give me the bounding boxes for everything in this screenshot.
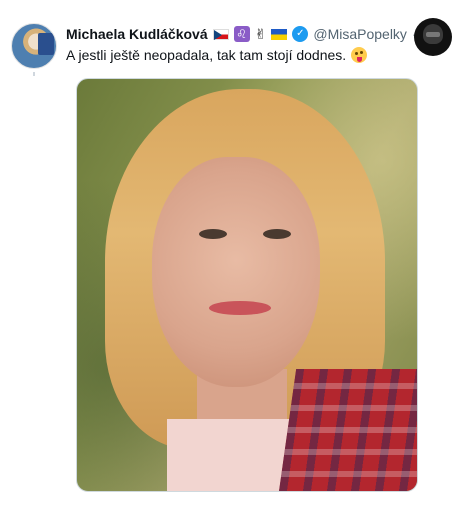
leo-zodiac-icon: ♌ xyxy=(233,26,250,42)
helmet-visor xyxy=(426,32,440,37)
tweet-header: Michaela Kudláčková ♌ ✌ ✓ @MisaPopelky · xyxy=(66,24,420,44)
ukraine-flag-icon xyxy=(271,28,288,40)
tweet-photo[interactable] xyxy=(76,78,418,492)
author-handle[interactable]: @MisaPopelky xyxy=(313,26,407,42)
avatar-sign xyxy=(38,33,54,55)
photo-face xyxy=(152,157,320,387)
winking-face-with-tongue-icon xyxy=(351,47,368,63)
tweet-text: A jestli ještě neopadala, tak tam stojí … xyxy=(66,47,434,63)
czech-flag-icon xyxy=(212,28,229,40)
victory-hand-icon: ✌ xyxy=(254,26,267,42)
commenter-avatar[interactable] xyxy=(414,18,452,56)
photo-flannel-shirt xyxy=(277,369,417,491)
photo-right-eye xyxy=(263,229,291,239)
verified-badge-icon: ✓ xyxy=(292,26,309,42)
photo-lips xyxy=(209,301,271,315)
thread-line xyxy=(33,72,35,76)
author-name[interactable]: Michaela Kudláčková xyxy=(66,26,208,42)
author-avatar[interactable] xyxy=(11,23,57,69)
photo-left-eye xyxy=(199,229,227,239)
tweet-text-content: A jestli ještě neopadala, tak tam stojí … xyxy=(66,47,347,63)
